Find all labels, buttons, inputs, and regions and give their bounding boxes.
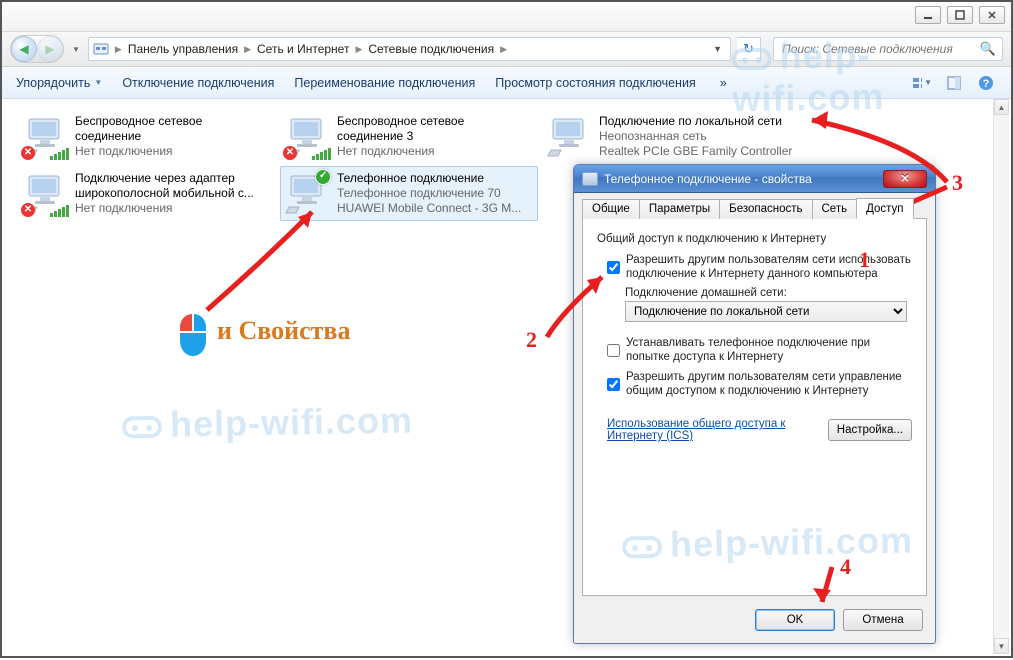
dialog-tabs: Общие Параметры Безопасность Сеть Доступ (582, 199, 927, 219)
tab-sharing[interactable]: Доступ (856, 198, 913, 219)
annotation-number-4: 4 (840, 554, 851, 580)
tab-options[interactable]: Параметры (639, 199, 720, 219)
annotation-arrow-4 (2, 2, 1013, 660)
tab-security[interactable]: Безопасность (719, 199, 812, 219)
tab-network[interactable]: Сеть (812, 199, 858, 219)
tab-general[interactable]: Общие (582, 199, 640, 219)
